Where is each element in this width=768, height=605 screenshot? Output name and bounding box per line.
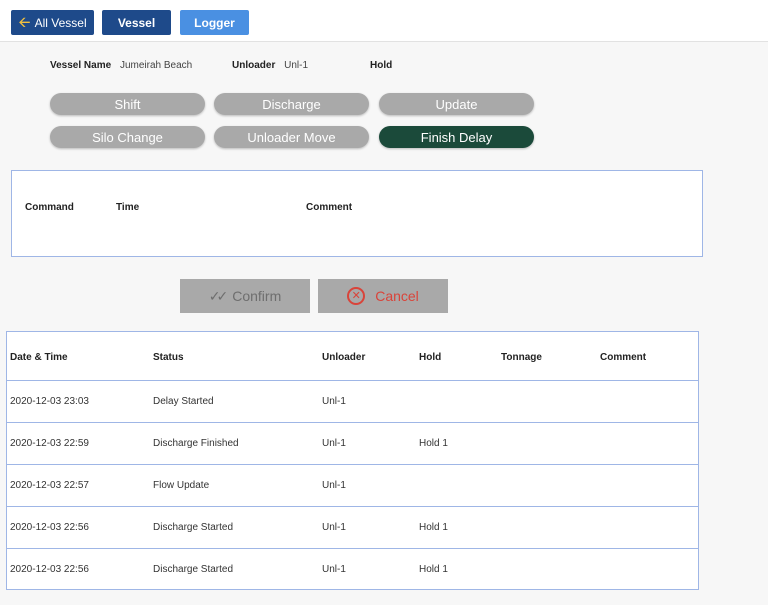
status-cell: Discharge Finished: [153, 438, 239, 449]
command-panel: Command Time Comment: [11, 170, 703, 257]
table-row[interactable]: 2020-12-03 22:56 Discharge Started Unl-1…: [7, 548, 698, 590]
top-nav-bar: 🡨 All Vessel Vessel Logger: [0, 0, 768, 42]
date-time-cell: 2020-12-03 22:57: [10, 480, 89, 491]
all-vessel-label: All Vessel: [34, 15, 87, 30]
hold-label: Hold: [370, 60, 393, 71]
date-time-cell: 2020-12-03 22:56: [10, 564, 89, 575]
date-time-cell: 2020-12-03 22:56: [10, 522, 89, 533]
unloader-cell: Unl-1: [322, 522, 346, 533]
unloader-header: Unloader: [322, 352, 366, 363]
logger-tab[interactable]: Logger: [180, 10, 249, 35]
back-arrow-icon: 🡨: [18, 14, 31, 31]
hold-info: Hold: [370, 60, 392, 71]
table-row[interactable]: 2020-12-03 22:59 Discharge Finished Unl-…: [7, 422, 698, 464]
unloader-value: Unl-1: [284, 60, 309, 71]
confirm-button[interactable]: ✓✓ Confirm: [180, 279, 310, 313]
unloader-cell: Unl-1: [322, 396, 346, 407]
status-cell: Discharge Started: [153, 522, 234, 533]
hold-cell: Hold 1: [419, 522, 448, 533]
vessel-name-value: Jumeirah Beach: [119, 60, 193, 71]
unloader-info: Unloader Unl-1: [232, 60, 308, 71]
status-cell: Flow Update: [153, 480, 210, 491]
cancel-label: Cancel: [375, 288, 419, 304]
date-time-header: Date & Time: [10, 352, 68, 363]
vessel-name-info: Vessel Name Jumeirah Beach: [50, 60, 192, 71]
status-cell: Discharge Started: [153, 564, 234, 575]
table-row[interactable]: 2020-12-03 23:03 Delay Started Unl-1: [7, 380, 698, 422]
hold-cell: Hold 1: [419, 438, 448, 449]
unloader-cell: Unl-1: [322, 564, 346, 575]
command-header: Command: [25, 202, 74, 213]
vessel-tab[interactable]: Vessel: [102, 10, 171, 35]
cancel-button[interactable]: ✕ Cancel: [318, 279, 448, 313]
close-circle-icon: ✕: [347, 287, 366, 305]
discharge-button[interactable]: Discharge: [214, 93, 369, 115]
date-time-cell: 2020-12-03 23:03: [10, 396, 89, 407]
double-check-icon: ✓✓: [208, 287, 229, 304]
date-time-cell: 2020-12-03 22:59: [10, 438, 89, 449]
hold-header: Hold: [419, 352, 442, 363]
unloader-move-button[interactable]: Unloader Move: [214, 126, 369, 148]
comment-header: Comment: [600, 352, 647, 363]
shift-button[interactable]: Shift: [50, 93, 205, 115]
update-button[interactable]: Update: [379, 93, 534, 115]
table-row[interactable]: 2020-12-03 22:57 Flow Update Unl-1: [7, 464, 698, 506]
unloader-label: Unloader: [232, 60, 276, 71]
vessel-name-label: Vessel Name: [50, 60, 112, 71]
comment-header: Comment: [306, 202, 353, 213]
unloader-cell: Unl-1: [322, 480, 346, 491]
table-row[interactable]: 2020-12-03 22:56 Discharge Started Unl-1…: [7, 506, 698, 548]
time-header: Time: [116, 202, 140, 213]
status-cell: Delay Started: [153, 396, 214, 407]
status-header: Status: [153, 352, 184, 363]
all-vessel-button[interactable]: 🡨 All Vessel: [11, 10, 94, 35]
confirm-label: Confirm: [232, 288, 282, 304]
hold-cell: Hold 1: [419, 564, 448, 575]
silo-change-button[interactable]: Silo Change: [50, 126, 205, 148]
finish-delay-button[interactable]: Finish Delay: [379, 126, 534, 148]
unloader-cell: Unl-1: [322, 438, 346, 449]
log-table: Date & Time Status Unloader Hold Tonnage…: [6, 331, 699, 590]
tonnage-header: Tonnage: [501, 352, 542, 363]
